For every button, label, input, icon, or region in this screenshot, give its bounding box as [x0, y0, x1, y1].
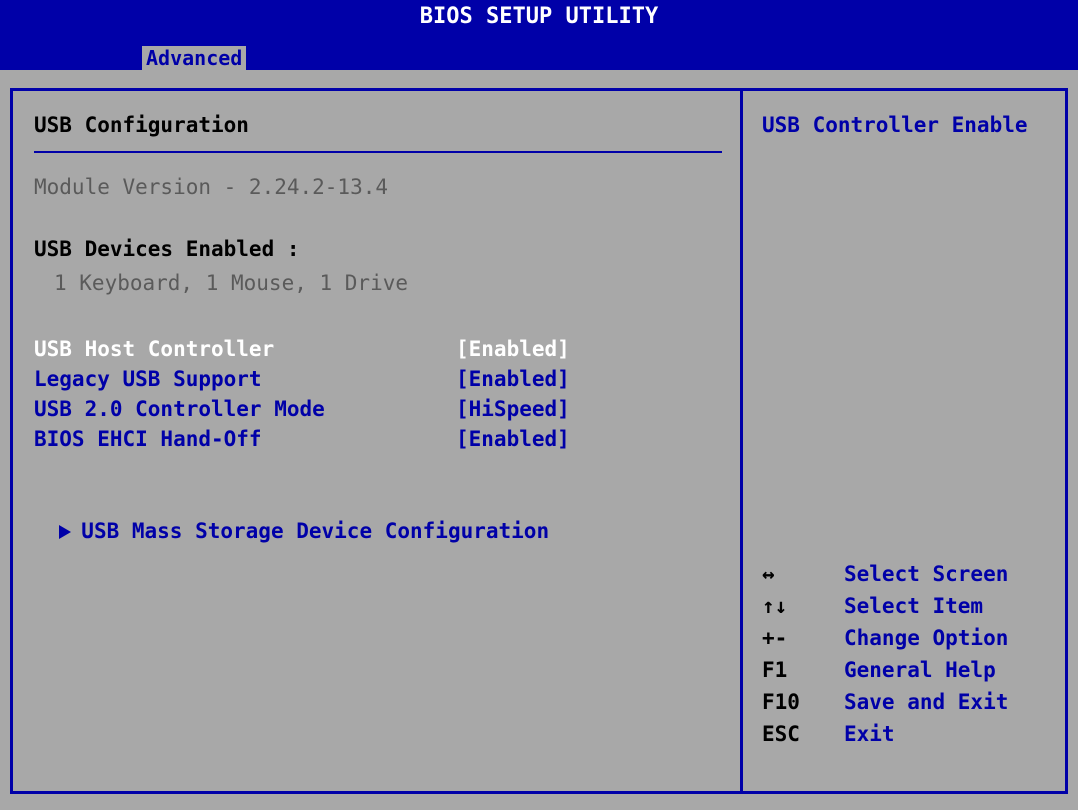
key-plus-minus: +-	[762, 626, 788, 650]
key-esc: ESC	[762, 722, 800, 746]
section-title: USB Configuration	[34, 113, 249, 137]
submenu-usb-mass-storage[interactable]: USB Mass Storage Device Configuration	[34, 492, 549, 544]
key-f10: F10	[762, 690, 800, 714]
tab-advanced[interactable]: Advanced	[142, 46, 247, 70]
key-description: General Help	[844, 658, 996, 682]
panel-divider	[740, 88, 743, 794]
setting-label: USB Host Controller	[34, 337, 275, 361]
submenu-arrow-icon	[59, 525, 72, 539]
help-title: USB Controller Enable	[762, 113, 1028, 137]
key-description: Save and Exit	[844, 690, 1009, 714]
setting-label: USB 2.0 Controller Mode	[34, 397, 325, 421]
usb-devices-value: 1 Keyboard, 1 Mouse, 1 Drive	[54, 271, 409, 295]
key-description: Exit	[844, 722, 895, 746]
window-title: BIOS SETUP UTILITY	[0, 0, 1078, 34]
setting-value[interactable]: [HiSpeed]	[456, 396, 570, 422]
setting-label: BIOS EHCI Hand-Off	[34, 427, 262, 451]
usb-devices-label: USB Devices Enabled :	[34, 237, 300, 261]
setting-value[interactable]: [Enabled]	[456, 336, 570, 362]
setting-value[interactable]: [Enabled]	[456, 366, 570, 392]
module-version: Module Version - 2.24.2-13.4	[34, 175, 389, 199]
submenu-label: USB Mass Storage Device Configuration	[81, 519, 550, 543]
up-down-arrows-icon: ↑↓	[762, 594, 788, 618]
tab-bar: Advanced	[0, 34, 1078, 70]
setting-label: Legacy USB Support	[34, 367, 262, 391]
key-description: Select Item	[844, 594, 984, 618]
key-f1: F1	[762, 658, 788, 682]
key-description: Change Option	[844, 626, 1009, 650]
key-description: Select Screen	[844, 562, 1009, 586]
setting-value[interactable]: [Enabled]	[456, 426, 570, 452]
left-right-arrows-icon: ↔	[762, 562, 775, 586]
section-divider	[34, 151, 722, 153]
